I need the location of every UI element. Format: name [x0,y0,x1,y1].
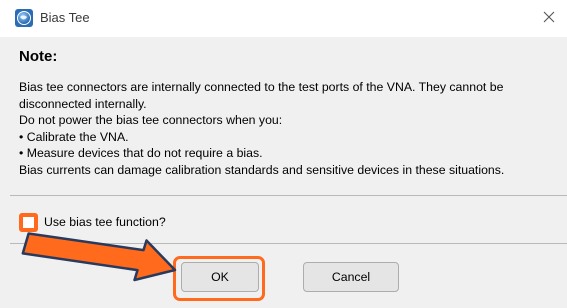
bias-tee-dialog: Bias Tee Note: Bias tee connectors are i… [0,0,567,308]
pointer-arrow-icon [21,232,177,282]
